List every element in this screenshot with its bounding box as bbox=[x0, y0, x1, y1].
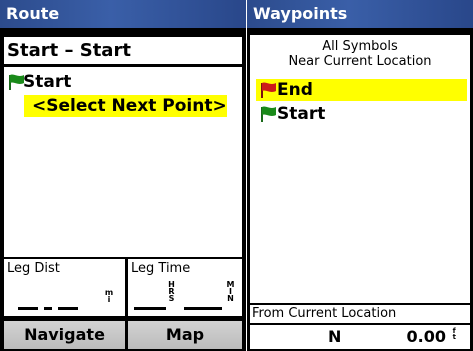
route-point-list: Start <Select Next Point> bbox=[4, 67, 242, 257]
waypoint-filter[interactable]: All Symbols Near Current Location bbox=[250, 39, 470, 69]
from-location-label: From Current Location bbox=[250, 305, 470, 323]
green-flag-icon bbox=[258, 105, 278, 123]
leg-time-field: Leg Time HRS MIN bbox=[128, 259, 242, 316]
waypoints-panel: Waypoints All Symbols Near Current Locat… bbox=[247, 0, 473, 351]
min-unit: MIN bbox=[226, 280, 235, 303]
leg-dist-unit: mi bbox=[104, 288, 114, 304]
waypoints-title: Waypoints bbox=[247, 0, 473, 28]
leg-dist-label: Leg Dist bbox=[7, 261, 60, 276]
waypoint-start[interactable]: Start bbox=[256, 103, 467, 125]
hrs-unit: HRS bbox=[168, 280, 175, 303]
leg-dist-field: Leg Dist mi bbox=[4, 259, 125, 316]
select-next-point[interactable]: <Select Next Point> bbox=[24, 95, 227, 117]
route-name-header[interactable]: Start – Start bbox=[4, 37, 242, 64]
map-button[interactable]: Map bbox=[128, 321, 242, 349]
route-title: Route bbox=[0, 0, 246, 28]
waypoint-label: Start bbox=[277, 104, 326, 124]
distance-value: 0.00 bbox=[406, 327, 446, 346]
navigate-button[interactable]: Navigate bbox=[4, 321, 125, 349]
leg-time-label: Leg Time bbox=[131, 261, 191, 276]
route-panel: Route Start – Start Start <Select Next P… bbox=[0, 0, 246, 351]
waypoint-end[interactable]: End bbox=[256, 79, 467, 101]
route-point-label: Start bbox=[23, 72, 72, 92]
waypoint-list: All Symbols Near Current Location End St… bbox=[250, 35, 470, 303]
distance-unit: ft bbox=[452, 327, 456, 341]
filter-symbols: All Symbols bbox=[322, 39, 398, 54]
red-flag-icon bbox=[258, 81, 278, 99]
leg-time-value bbox=[134, 307, 222, 310]
filter-location: Near Current Location bbox=[288, 54, 432, 69]
direction-value: N bbox=[328, 327, 342, 346]
leg-dist-value bbox=[18, 307, 78, 310]
waypoint-label: End bbox=[277, 80, 313, 100]
from-location-values: N 0.00 ft bbox=[250, 325, 470, 349]
